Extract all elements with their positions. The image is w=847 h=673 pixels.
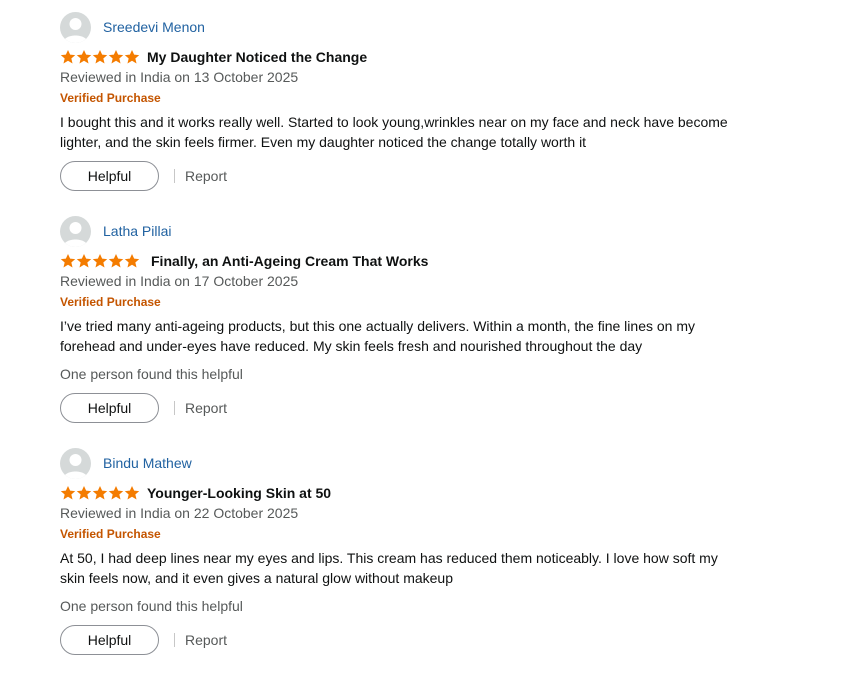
star-rating[interactable] [60,485,140,501]
star-icon [92,50,108,64]
reviewer-profile[interactable]: Bindu Mathew [60,447,192,479]
reviewer-profile[interactable]: Sreedevi Menon [60,11,205,43]
star-icon [124,50,140,64]
star-icon [108,254,124,268]
review-card: Latha Pillai Finally, an Anti-Ageing Cre… [60,215,760,430]
review-card: Sreedevi Menon My Daughter Noticed the C… [60,11,760,196]
review-body: I’ve tried many anti-ageing products, bu… [60,318,695,354]
helpful-button[interactable]: Helpful [60,161,159,191]
verified-purchase-badge[interactable]: Verified Purchase [60,527,161,541]
review-date: Reviewed in India on 13 October 2025 [60,69,299,85]
star-icon [124,254,140,268]
verified-purchase-badge[interactable]: Verified Purchase [60,91,161,105]
star-icon [108,50,124,64]
review-date: Reviewed in India on 17 October 2025 [60,273,299,289]
review-title[interactable]: Younger-Looking Skin at 50 [147,485,331,501]
report-link[interactable]: Report [185,400,227,416]
divider [174,401,175,415]
helpful-button[interactable]: Helpful [60,625,159,655]
star-icon [124,486,140,500]
avatar-icon [60,447,91,479]
verified-purchase-badge[interactable]: Verified Purchase [60,295,161,309]
star-icon [92,486,108,500]
review-card: Bindu Mathew Younger-Looking Skin at 50 … [60,447,760,662]
review-date: Reviewed in India on 22 October 2025 [60,505,299,521]
avatar-icon [60,11,91,43]
divider [174,169,175,183]
review-title[interactable]: My Daughter Noticed the Change [147,49,367,65]
star-icon [76,254,92,268]
review-body: I bought this and it works really well. … [60,114,728,150]
report-link[interactable]: Report [185,168,227,184]
star-icon [60,486,76,500]
review-title[interactable]: Finally, an Anti-Ageing Cream That Works [151,253,428,269]
reviewer-name[interactable]: Sreedevi Menon [103,19,205,35]
reviewer-name[interactable]: Latha Pillai [103,223,172,239]
star-icon [92,254,108,268]
avatar-icon [60,215,91,247]
star-icon [76,50,92,64]
star-icon [108,486,124,500]
star-rating[interactable] [60,253,140,269]
helpful-count: One person found this helpful [60,366,243,382]
star-rating[interactable] [60,49,140,65]
star-icon [76,486,92,500]
reviewer-profile[interactable]: Latha Pillai [60,215,172,247]
star-icon [60,254,76,268]
reviewer-name[interactable]: Bindu Mathew [103,455,192,471]
star-icon [60,50,76,64]
helpful-button[interactable]: Helpful [60,393,159,423]
report-link[interactable]: Report [185,632,227,648]
helpful-count: One person found this helpful [60,598,243,614]
divider [174,633,175,647]
review-body: At 50, I had deep lines near my eyes and… [60,550,718,586]
